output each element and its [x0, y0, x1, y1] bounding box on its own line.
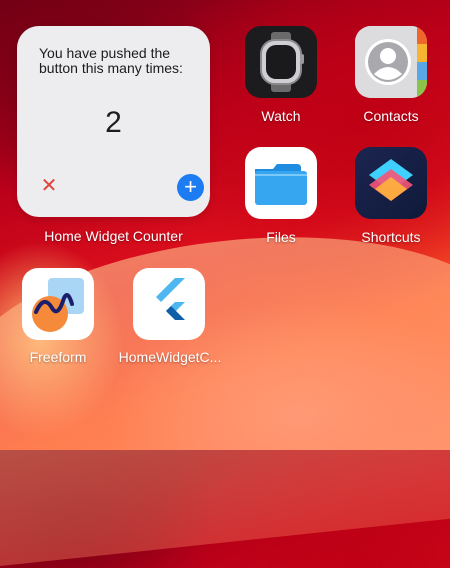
flutter-icon — [156, 278, 185, 320]
app-label-shortcuts: Shortcuts — [361, 229, 421, 245]
app-label-files: Files — [266, 229, 296, 245]
plus-icon[interactable]: + — [177, 174, 204, 201]
app-watch[interactable] — [245, 26, 317, 98]
widget-message: You have pushed the button this many tim… — [39, 45, 183, 76]
app-label-watch: Watch — [261, 108, 301, 124]
widget-count: 2 — [105, 106, 122, 139]
app-label-contacts: Contacts — [363, 108, 419, 124]
contacts-icon — [355, 26, 427, 98]
app-homewidgetcounter[interactable] — [133, 268, 205, 340]
watch-icon — [260, 32, 304, 92]
widget-label: Home Widget Counter — [44, 228, 183, 244]
freeform-icon — [32, 278, 84, 332]
app-contacts[interactable] — [355, 26, 427, 98]
wallpaper-wave — [0, 211, 450, 568]
close-icon[interactable]: ✕ — [39, 176, 59, 196]
app-label-freeform: Freeform — [29, 349, 87, 365]
app-shortcuts[interactable] — [355, 147, 427, 219]
app-freeform[interactable] — [22, 268, 94, 340]
folder-icon — [255, 164, 307, 205]
app-files[interactable] — [245, 147, 317, 219]
shortcuts-icon — [369, 159, 413, 201]
home-widget-counter[interactable]: You have pushed the button this many tim… — [17, 26, 210, 217]
app-label-homewidgetcounter: HomeWidgetC... — [118, 349, 222, 365]
